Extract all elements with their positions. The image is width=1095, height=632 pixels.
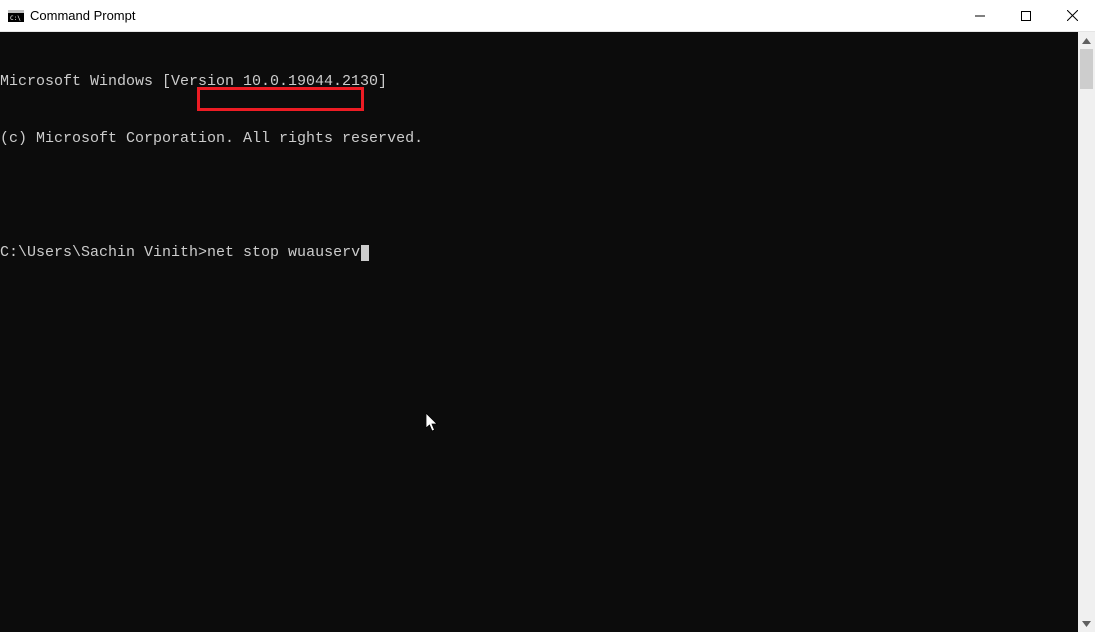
minimize-button[interactable] bbox=[957, 0, 1003, 31]
text-cursor bbox=[361, 245, 369, 261]
vertical-scrollbar[interactable] bbox=[1078, 32, 1095, 632]
svg-text:C:\: C:\ bbox=[10, 15, 21, 22]
maximize-button[interactable] bbox=[1003, 0, 1049, 31]
scrollbar-track[interactable] bbox=[1078, 49, 1095, 615]
scroll-down-button[interactable] bbox=[1078, 615, 1095, 632]
console-prompt-line: C:\Users\Sachin Vinith>net stop wuauserv bbox=[0, 243, 1078, 262]
client-area: Microsoft Windows [Version 10.0.19044.21… bbox=[0, 32, 1095, 632]
scroll-up-button[interactable] bbox=[1078, 32, 1095, 49]
scrollbar-thumb[interactable] bbox=[1080, 49, 1093, 89]
typed-command: net stop wuauserv bbox=[207, 244, 360, 261]
cmd-app-icon: C:\ bbox=[8, 8, 24, 24]
console-output[interactable]: Microsoft Windows [Version 10.0.19044.21… bbox=[0, 32, 1078, 632]
close-button[interactable] bbox=[1049, 0, 1095, 31]
console-line: (c) Microsoft Corporation. All rights re… bbox=[0, 129, 1078, 148]
console-line: Microsoft Windows [Version 10.0.19044.21… bbox=[0, 72, 1078, 91]
titlebar[interactable]: C:\ Command Prompt bbox=[0, 0, 1095, 32]
mouse-pointer-icon bbox=[354, 394, 440, 458]
window-controls bbox=[957, 0, 1095, 31]
command-prompt-window: C:\ Command Prompt Microsoft Windows [Ve… bbox=[0, 0, 1095, 632]
prompt-path: C:\Users\Sachin Vinith> bbox=[0, 244, 207, 261]
console-blank-line bbox=[0, 186, 1078, 205]
window-title: Command Prompt bbox=[30, 8, 957, 23]
